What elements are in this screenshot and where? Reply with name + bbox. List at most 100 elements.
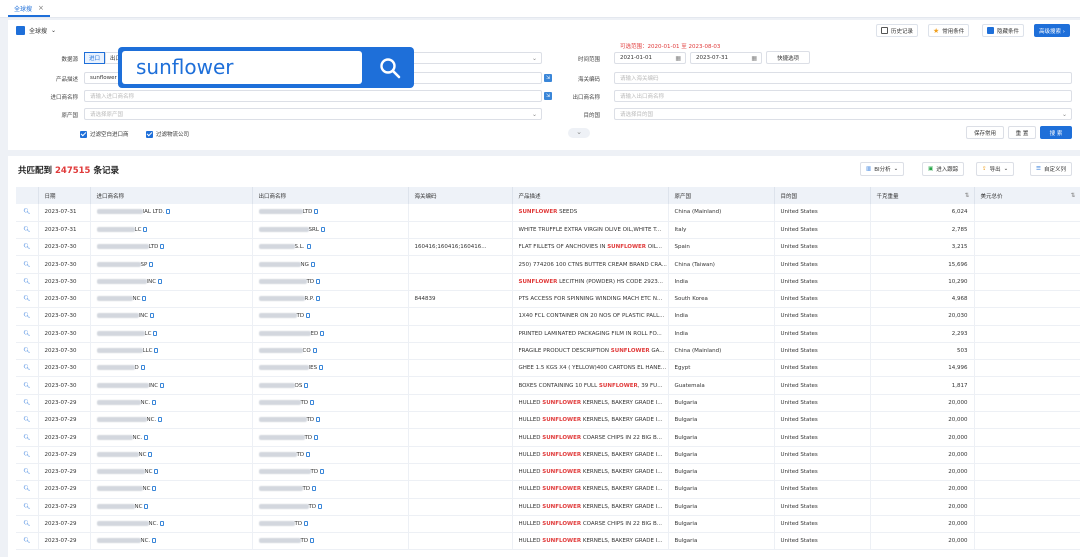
search-button[interactable]: 搜 索 <box>1040 126 1072 139</box>
row-search-cell[interactable]: 🔍︎ <box>16 411 39 430</box>
importer-cell[interactable]: NC. <box>90 515 253 534</box>
table-row[interactable]: 🔍︎ 2023-07-30 NC R.P. 844839 PTS ACCESS FOR S… <box>16 290 1080 309</box>
search-icon[interactable]: 🔍︎ <box>23 262 30 268</box>
search-icon[interactable]: 🔍︎ <box>23 331 30 337</box>
exporter-cell[interactable]: TD <box>252 498 409 516</box>
row-search-cell[interactable]: 🔍︎ <box>16 515 39 534</box>
save-common-button[interactable]: 保存常用 <box>966 126 1004 139</box>
history-button[interactable]: 历史记录 <box>876 24 919 37</box>
copy-icon[interactable] <box>310 261 315 267</box>
column-header-usd[interactable]: 美元总价 ⇅ <box>974 187 1080 204</box>
copy-icon[interactable] <box>158 278 163 284</box>
row-search-cell[interactable]: 🔍︎ <box>16 273 39 291</box>
exporter-cell[interactable]: TD <box>252 273 409 291</box>
collapse-toggle[interactable]: ⌄ <box>568 128 590 138</box>
copy-icon[interactable] <box>319 365 324 371</box>
advanced-search-button[interactable]: 高级搜索 › <box>1034 24 1070 37</box>
search-icon[interactable]: 🔍︎ <box>23 435 30 441</box>
importer-cell[interactable]: NC. <box>90 394 253 413</box>
overlay-search-button[interactable] <box>366 47 414 88</box>
search-icon[interactable]: 🔍︎ <box>23 538 30 544</box>
copy-icon[interactable] <box>142 296 147 302</box>
row-search-cell[interactable]: 🔍︎ <box>16 480 39 499</box>
exporter-input[interactable]: 请输入出口商名称 <box>614 90 1072 102</box>
copy-icon[interactable] <box>152 538 157 544</box>
table-row[interactable]: 🔍︎ 2023-07-29 NC. TD HULLED SUNFLOWER COARSE… <box>16 428 1080 447</box>
exporter-cell[interactable]: TD <box>252 515 409 534</box>
importer-cell[interactable]: LC <box>90 221 253 240</box>
table-row[interactable]: 🔍︎ 2023-07-30 INC TD 1X40 FCL CONTAINER ON 2… <box>16 307 1080 326</box>
row-search-cell[interactable]: 🔍︎ <box>16 255 39 274</box>
table-row[interactable]: 🔍︎ 2023-07-31 IAL LTD. LTD SUNFLOWER SEEDS Ch… <box>16 204 1080 222</box>
reset-button[interactable]: 重 置 <box>1008 126 1036 139</box>
copy-icon[interactable] <box>160 382 165 388</box>
column-header-importer[interactable]: 进口商名称 <box>90 187 253 204</box>
scope-selector[interactable]: 全球搜 ⌄ <box>16 26 56 35</box>
copy-icon[interactable] <box>320 226 325 232</box>
copy-icon[interactable] <box>314 434 319 440</box>
copy-icon[interactable] <box>144 503 149 509</box>
search-icon[interactable]: 🔍︎ <box>23 452 30 458</box>
copy-icon[interactable] <box>154 348 159 354</box>
importer-cell[interactable]: LLC <box>90 342 253 361</box>
date-to-input[interactable]: 2023-07-31 ▦ <box>690 52 762 64</box>
table-row[interactable]: 🔍︎ 2023-07-29 NC TD HULLED SUNFLOWER KERNELS… <box>16 480 1080 499</box>
copy-icon[interactable] <box>316 296 321 302</box>
copy-icon[interactable] <box>154 469 159 475</box>
column-header-date[interactable]: 日期 <box>38 187 91 204</box>
custom-columns-button[interactable]: ☰ 自定义列 <box>1030 162 1072 176</box>
destination-select[interactable]: 请选择目的国 ⌄ <box>614 108 1072 120</box>
importer-cell[interactable]: NC <box>90 498 253 516</box>
table-row[interactable]: 🔍︎ 2023-07-29 NC. TD HULLED SUNFLOWER KERNEL… <box>16 394 1080 413</box>
copy-icon[interactable] <box>166 209 171 215</box>
exporter-cell[interactable]: CO <box>252 342 409 361</box>
exporter-cell[interactable]: TD <box>252 307 409 326</box>
importer-cell[interactable]: NC <box>90 480 253 499</box>
table-row[interactable]: 🔍︎ 2023-07-29 NC. TD HULLED SUNFLOWER KERNEL… <box>16 532 1080 551</box>
exporter-cell[interactable]: IES <box>252 359 409 378</box>
exporter-cell[interactable]: LTD <box>252 204 409 222</box>
table-row[interactable]: 🔍︎ 2023-07-30 INC OS BOXES CONTAINING 10 FUL… <box>16 376 1080 395</box>
row-search-cell[interactable]: 🔍︎ <box>16 376 39 395</box>
exporter-cell[interactable]: NG <box>252 255 409 274</box>
importer-cell[interactable]: NC <box>90 290 253 309</box>
row-search-cell[interactable]: 🔍︎ <box>16 238 39 257</box>
copy-icon[interactable] <box>304 520 309 526</box>
copy-icon[interactable] <box>152 399 157 405</box>
search-icon[interactable]: 🔍︎ <box>23 348 30 354</box>
search-icon[interactable]: 🔍︎ <box>23 486 30 492</box>
table-row[interactable]: 🔍︎ 2023-07-30 LTD S.L. 160416;160416;160416.… <box>16 238 1080 257</box>
row-search-cell[interactable]: 🔍︎ <box>16 532 39 551</box>
quick-select-button[interactable]: 快捷选项 <box>766 51 810 64</box>
row-search-cell[interactable]: 🔍︎ <box>16 221 39 240</box>
copy-icon[interactable] <box>320 469 325 475</box>
exporter-cell[interactable]: SRL <box>252 221 409 240</box>
filter-logistics-checkbox[interactable]: 过滤物流公司 <box>146 130 189 138</box>
copy-icon[interactable] <box>310 399 315 405</box>
tab-global-search[interactable]: 全球搜 × <box>8 1 50 17</box>
exporter-cell[interactable]: OS <box>252 376 409 395</box>
copy-icon[interactable] <box>150 313 155 319</box>
copy-icon[interactable] <box>144 434 149 440</box>
importer-cell[interactable]: NC <box>90 463 253 482</box>
row-search-cell[interactable]: 🔍︎ <box>16 325 39 343</box>
row-search-cell[interactable]: 🔍︎ <box>16 394 39 413</box>
exporter-cell[interactable]: R.P. <box>252 290 409 309</box>
filter-empty-importer-checkbox[interactable]: 过滤空白进口商 <box>80 130 129 138</box>
copy-icon[interactable] <box>304 382 309 388</box>
datasource-select[interactable]: ⌄ <box>398 52 542 64</box>
copy-icon[interactable] <box>316 417 321 423</box>
table-row[interactable]: 🔍︎ 2023-07-30 SP NG 250) 774206 100 CTNS BUT… <box>16 255 1080 274</box>
copy-icon[interactable] <box>306 244 311 250</box>
hide-conditions-button[interactable]: 隐藏条件 <box>982 24 1025 37</box>
exporter-cell[interactable]: TD <box>252 428 409 447</box>
table-row[interactable]: 🔍︎ 2023-07-29 NC TD HULLED SUNFLOWER KERNELS… <box>16 446 1080 464</box>
search-icon[interactable]: 🔍︎ <box>23 313 30 319</box>
importer-input[interactable]: 请输入进口商名称 <box>84 90 542 102</box>
close-icon[interactable]: × <box>38 4 44 12</box>
row-search-cell[interactable]: 🔍︎ <box>16 307 39 326</box>
table-row[interactable]: 🔍︎ 2023-07-30 INC TD SUNFLOWER LECITHIN (POW… <box>16 273 1080 291</box>
copy-icon[interactable] <box>160 520 165 526</box>
common-conditions-button[interactable]: ★ 常用条件 <box>928 24 970 37</box>
overlay-search-input[interactable]: sunflower <box>122 51 362 84</box>
